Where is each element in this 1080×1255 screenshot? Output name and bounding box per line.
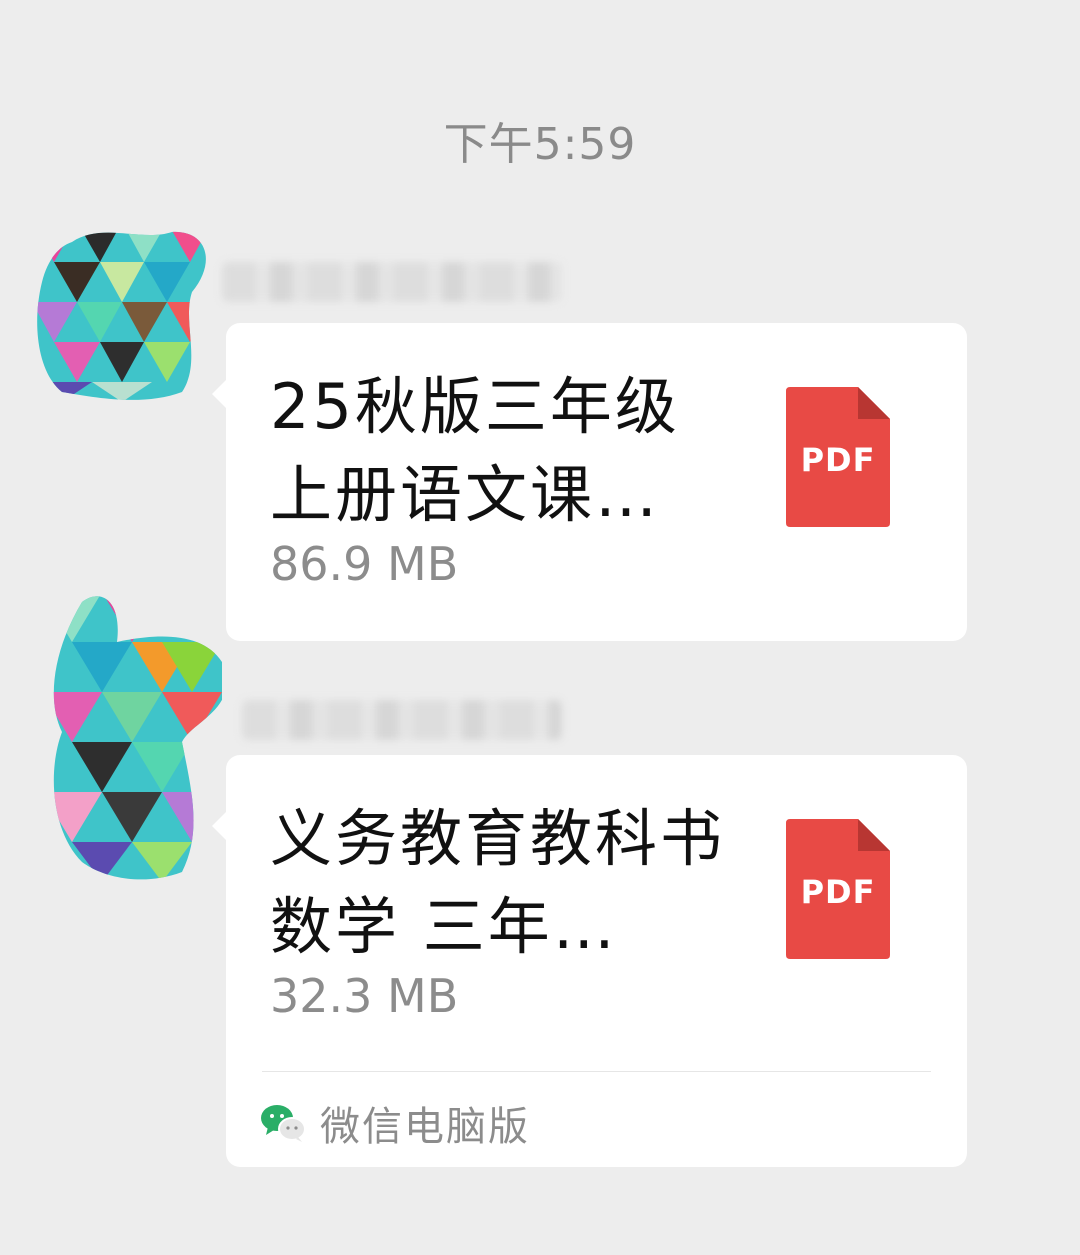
- bubble-tail: [212, 811, 227, 841]
- file-name: 25秋版三年级上册语文课…: [270, 370, 680, 531]
- avatar[interactable]: [32, 222, 212, 402]
- avatar[interactable]: [42, 592, 222, 882]
- sender-name: [222, 262, 562, 302]
- pdf-file-icon: PDF: [786, 387, 890, 527]
- source-app: 微信电脑版: [260, 1093, 530, 1153]
- file-size: 32.3 MB: [270, 969, 459, 1023]
- pdf-file-icon: PDF: [786, 819, 890, 959]
- bubble-tail: [212, 379, 227, 409]
- timestamp: 下午5:59: [443, 119, 637, 170]
- file-name: 义务教育教科书 数学 三年…: [270, 802, 726, 963]
- file-message-bubble[interactable]: 25秋版三年级上册语文课… 86.9 MB PDF: [212, 323, 967, 641]
- sender-name: [242, 700, 562, 740]
- wechat-icon: [261, 1105, 306, 1142]
- divider: [262, 1071, 931, 1072]
- pdf-icon-label: PDF: [800, 441, 876, 479]
- pdf-icon-label: PDF: [800, 873, 876, 911]
- file-size: 86.9 MB: [270, 537, 459, 591]
- source-label: 微信电脑版: [320, 1104, 530, 1150]
- file-message-bubble[interactable]: 义务教育教科书 数学 三年… 32.3 MB PDF 微信电脑版: [212, 755, 967, 1167]
